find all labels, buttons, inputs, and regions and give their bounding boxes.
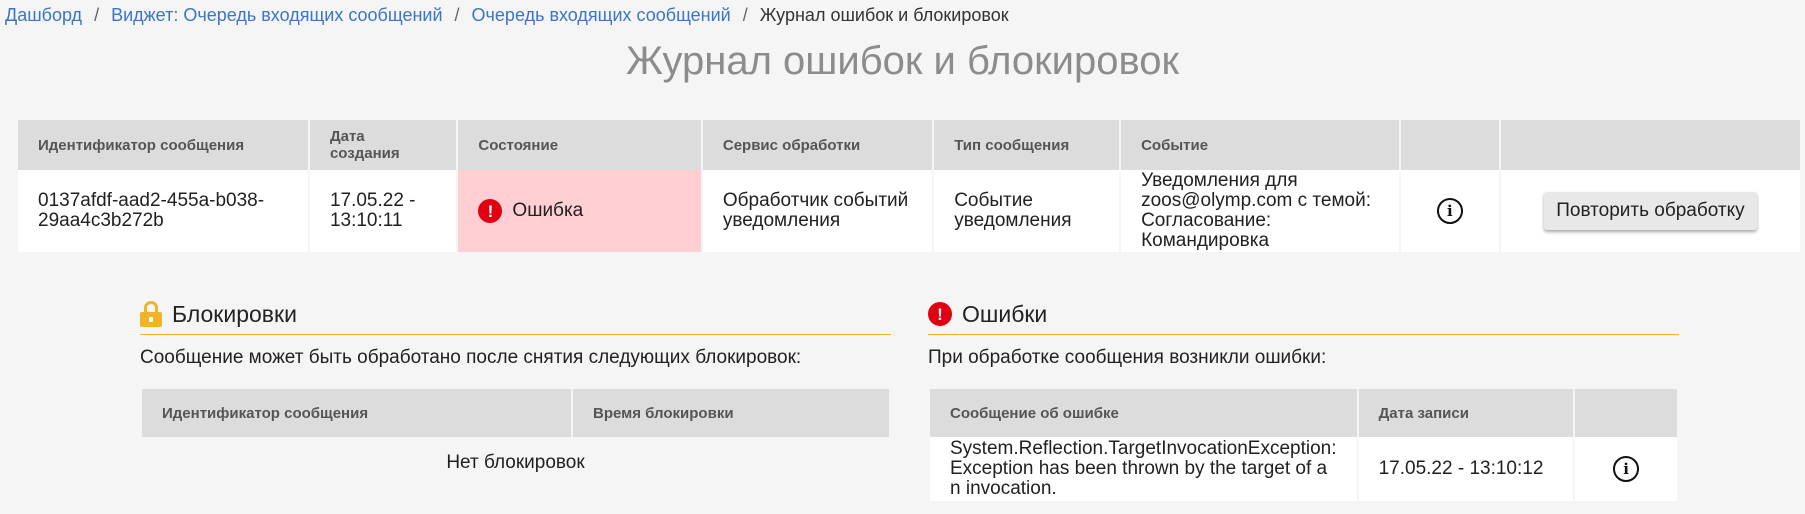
locks-table: Идентификатор сообщения Время блокировки (140, 389, 891, 437)
column-header-error-message[interactable]: Сообщение об ошибке (930, 389, 1357, 437)
errors-description: При обработке сообщения возникли ошибки: (928, 347, 1327, 368)
column-header-info (1400, 120, 1499, 170)
cell-created: 17.05.22 - 13:10:11 (309, 170, 457, 252)
breadcrumb-current: Журнал ошибок и блокировок (759, 5, 1009, 25)
message-table: Идентификатор сообщения Дата создания Со… (16, 120, 1802, 252)
locks-title: Блокировки (172, 300, 297, 327)
breadcrumb-separator: / (742, 5, 748, 25)
column-header-service[interactable]: Сервис обработки (702, 120, 933, 170)
breadcrumb: Дашборд / Виджет: Очередь входящих сообщен… (5, 4, 1009, 26)
table-header-row: Идентификатор сообщения Время блокировки (142, 389, 889, 437)
breadcrumb-separator: / (454, 5, 460, 25)
table-row: 0137afdf-aad2-455a-b038-29aa4c3b272b 17.… (18, 170, 1800, 252)
errors-section-header: ! Ошибки (928, 294, 1679, 335)
column-header-event[interactable]: Событие (1121, 120, 1399, 170)
info-icon[interactable]: i (1436, 198, 1463, 224)
cell-error-message: System.Reflection.TargetInvocationExcept… (930, 437, 1357, 501)
page-title: Журнал ошибок и блокировок (625, 39, 1179, 83)
breadcrumb-link-widget[interactable]: Виджет: Очередь входящих сообщений (111, 5, 442, 25)
column-header-state[interactable]: Состояние (458, 120, 701, 170)
table-header-row: Сообщение об ошибке Дата записи (930, 389, 1677, 437)
cell-actions: Повторить обработку (1500, 170, 1800, 252)
errors-title: Ошибки (962, 300, 1048, 327)
cell-error-info: i (1575, 437, 1677, 501)
column-header-error-info (1575, 389, 1677, 437)
column-header-lock-time[interactable]: Время блокировки (573, 389, 889, 437)
errors-table: Сообщение об ошибке Дата записи System.R… (928, 389, 1679, 501)
column-header-type[interactable]: Тип сообщения (934, 120, 1120, 170)
breadcrumb-link-dashboard[interactable]: Дашборд (5, 5, 82, 25)
state-label: Ошибка (512, 200, 584, 221)
column-header-error-date[interactable]: Дата записи (1358, 389, 1574, 437)
cell-info: i (1400, 170, 1499, 252)
cell-service: Обработчик событий уведомления (702, 170, 933, 252)
column-header-message-id[interactable]: Идентификатор сообщения (18, 120, 308, 170)
column-header-created[interactable]: Дата создания (309, 120, 457, 170)
table-row: System.Reflection.TargetInvocationExcept… (930, 437, 1677, 501)
locks-section-header: Блокировки (140, 294, 891, 335)
cell-event: Уведомления для zoos@olymp.com с темой: … (1121, 170, 1399, 252)
error-icon: ! (928, 302, 952, 326)
breadcrumb-link-queue[interactable]: Очередь входящих сообщений (472, 5, 731, 25)
cell-type: Событие уведомления (934, 170, 1120, 252)
cell-error-date: 17.05.22 - 13:10:12 (1358, 437, 1574, 501)
retry-button[interactable]: Повторить обработку (1544, 192, 1757, 230)
locks-description: Сообщение может быть обработано после сн… (140, 347, 802, 368)
locks-empty-text: Нет блокировок (446, 452, 585, 473)
info-icon[interactable]: i (1613, 456, 1640, 482)
error-icon: ! (478, 199, 503, 223)
column-header-actions (1500, 120, 1800, 170)
breadcrumb-separator: / (94, 5, 100, 25)
cell-message-id: 0137afdf-aad2-455a-b038-29aa4c3b272b (18, 170, 308, 252)
cell-state: ! Ошибка (458, 170, 701, 252)
lock-icon (140, 301, 162, 327)
column-header-lock-message-id[interactable]: Идентификатор сообщения (142, 389, 571, 437)
table-header-row: Идентификатор сообщения Дата создания Со… (18, 120, 1800, 170)
